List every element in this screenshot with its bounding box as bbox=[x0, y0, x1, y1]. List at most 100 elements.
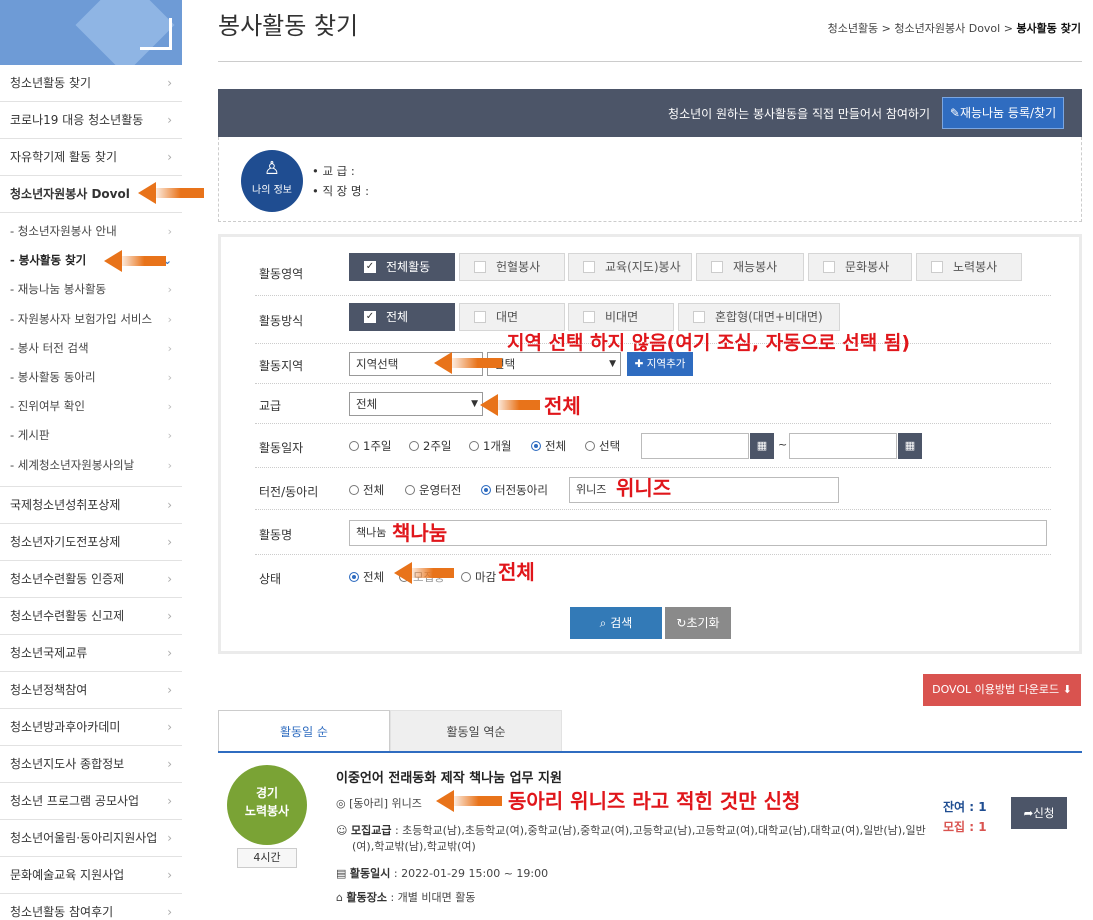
recruit-count: 모집 : 1 bbox=[943, 820, 987, 834]
date-radio[interactable]: 전체 bbox=[531, 438, 566, 454]
sidebar-item[interactable]: 청소년활동 찾기 › bbox=[0, 65, 182, 102]
tab-underline bbox=[218, 751, 1082, 753]
area-chip[interactable]: 재능봉사 bbox=[696, 253, 804, 281]
sidebar-item[interactable]: 청소년수련활동 신고제 › bbox=[0, 598, 182, 635]
sidebar-item[interactable]: 청소년어울림·동아리지원사업 › bbox=[0, 820, 182, 857]
area-chip[interactable]: 노력봉사 bbox=[916, 253, 1022, 281]
date-start-input[interactable] bbox=[641, 433, 749, 459]
check-icon: ✓ bbox=[364, 261, 376, 273]
submenu-item[interactable]: - 재능나눔 봉사활동 › bbox=[0, 275, 182, 304]
chevron-right-icon: › bbox=[167, 113, 172, 127]
user-icon: ♙ bbox=[263, 158, 281, 179]
chevron-right-icon: › bbox=[167, 283, 172, 297]
date-radio[interactable]: 1개월 bbox=[469, 438, 511, 454]
area-chip[interactable]: 헌혈봉사 bbox=[459, 253, 565, 281]
calendar-icon[interactable]: ▦ bbox=[750, 433, 774, 459]
page-title: 봉사활동 찾기 bbox=[218, 12, 359, 40]
sidebar-item[interactable]: 코로나19 대응 청소년활동 › bbox=[0, 102, 182, 139]
calendar-icon[interactable]: ▦ bbox=[898, 433, 922, 459]
sidebar-item[interactable]: 청소년방과후아카데미 › bbox=[0, 709, 182, 746]
region-add-button[interactable]: ✚ 지역추가 bbox=[627, 352, 693, 376]
apply-button[interactable]: ➦신청 bbox=[1011, 797, 1067, 829]
method-chip[interactable]: 대면 bbox=[459, 303, 565, 331]
submenu-item[interactable]: - 세계청소년자원봉사의날 › bbox=[0, 451, 182, 480]
tab-date-desc[interactable]: 활동일 역순 bbox=[390, 710, 562, 752]
chevron-right-icon: › bbox=[167, 225, 172, 238]
status-radio[interactable]: 마감 bbox=[461, 569, 496, 585]
sidebar-item[interactable]: 자유학기제 활동 찾기 › bbox=[0, 139, 182, 176]
region-sub-select[interactable]: 선택 ▼ bbox=[487, 352, 621, 376]
method-chip[interactable]: 혼합형(대면+비대면) bbox=[678, 303, 840, 331]
sidebar-banner bbox=[0, 0, 182, 65]
chevron-right-icon: › bbox=[167, 341, 172, 355]
result-title[interactable]: 이중언어 전래동화 제작 책나눔 업무 지원 bbox=[336, 767, 562, 786]
breadcrumb: 청소년활동 > 청소년자원봉사 Dovol > 봉사활동 찾기 bbox=[827, 22, 1081, 35]
row-area: 활동영역 ✓ 전체활동 헌혈봉사 교육(지도)봉사 재능봉사 문화봉사 노력봉사 bbox=[255, 253, 1051, 296]
club-radio[interactable]: 운영터전 bbox=[405, 482, 461, 498]
area-chip[interactable]: 문화봉사 bbox=[808, 253, 912, 281]
status-radio[interactable]: 전체 bbox=[349, 569, 384, 585]
annotation-club: 위니즈 bbox=[616, 476, 672, 500]
annotation-name: 책나눔 bbox=[392, 521, 448, 545]
date-end-input[interactable] bbox=[789, 433, 897, 459]
sidebar-item[interactable]: 청소년활동 참여후기 › bbox=[0, 894, 182, 920]
chevron-right-icon: › bbox=[167, 497, 172, 512]
dovol-download-button[interactable]: DOVOL 이용방법 다운로드 ⬇ bbox=[923, 674, 1081, 706]
sidebar-item[interactable]: 국제청소년성취포상제 › bbox=[0, 487, 182, 524]
date-radio[interactable]: 2주일 bbox=[409, 438, 451, 454]
grade-select[interactable]: 전체 ▼ bbox=[349, 392, 483, 416]
activity-name-input[interactable]: 책나눔 bbox=[349, 520, 1047, 546]
result-date: ▤ 활동일시 : 2022-01-29 15:00 ~ 19:00 bbox=[336, 867, 549, 880]
annotation-arrow bbox=[104, 250, 166, 272]
club-radio[interactable]: 전체 bbox=[349, 482, 384, 498]
submenu-item[interactable]: - 봉사 터전 검색 › bbox=[0, 334, 182, 363]
reset-button[interactable]: ↻초기화 bbox=[665, 607, 731, 639]
date-radio[interactable]: 1주일 bbox=[349, 438, 391, 454]
submenu-item[interactable]: - 청소년자원봉사 안내 › bbox=[0, 217, 182, 246]
hours-badge: 4시간 bbox=[237, 848, 297, 868]
submenu-item[interactable]: - 봉사활동 동아리 › bbox=[0, 363, 182, 392]
my-info-avatar[interactable]: ♙ 나의 정보 bbox=[241, 150, 303, 212]
chevron-right-icon: › bbox=[167, 76, 172, 90]
annotation-grade: 전체 bbox=[544, 394, 581, 418]
submenu-item[interactable]: - 진위여부 확인 › bbox=[0, 392, 182, 421]
sidebar-item[interactable]: 청소년수련활동 인증제 › bbox=[0, 561, 182, 598]
submenu-item[interactable]: - 자원봉사자 보험가입 서비스 › bbox=[0, 305, 182, 334]
date-radio[interactable]: 선택 bbox=[585, 438, 620, 454]
annotation-arrow bbox=[138, 182, 204, 204]
check-icon: ✓ bbox=[364, 311, 376, 323]
search-button[interactable]: ⌕ 검색 bbox=[570, 607, 662, 639]
annotation-status: 전체 bbox=[498, 560, 535, 584]
share-icon: ➦ bbox=[1023, 806, 1034, 820]
sidebar-item[interactable]: 청소년자기도전포상제 › bbox=[0, 524, 182, 561]
chevron-right-icon: › bbox=[167, 150, 172, 164]
tab-date-asc[interactable]: 활동일 순 bbox=[218, 710, 390, 752]
submenu-item[interactable]: - 게시판 › bbox=[0, 421, 182, 450]
club-radio[interactable]: 터전동아리 bbox=[481, 482, 548, 498]
chevron-right-icon: › bbox=[167, 400, 172, 414]
sidebar-item[interactable]: 청소년정책참여 › bbox=[0, 672, 182, 709]
sidebar-item[interactable]: 문화예술교육 지원사업 › bbox=[0, 857, 182, 894]
chevron-right-icon: › bbox=[167, 682, 172, 697]
people-icon: ☺ bbox=[336, 824, 348, 837]
chevron-down-icon: ▼ bbox=[471, 399, 478, 409]
chevron-right-icon: › bbox=[167, 904, 172, 919]
talent-register-button[interactable]: ✎재능나눔 등록/찾기 bbox=[942, 97, 1064, 129]
chevron-right-icon: › bbox=[167, 534, 172, 549]
search-icon: ⌕ bbox=[599, 616, 607, 630]
chevron-right-icon: › bbox=[167, 867, 172, 882]
area-chip[interactable]: 교육(지도)봉사 bbox=[568, 253, 692, 281]
area-chip[interactable]: ✓ 전체활동 bbox=[349, 253, 455, 281]
sidebar-item[interactable]: 청소년 프로그램 공모사업 › bbox=[0, 783, 182, 820]
method-chip[interactable]: 비대면 bbox=[568, 303, 674, 331]
annotation-result: 동아리 위니즈 라고 적힌 것만 신청 bbox=[508, 789, 801, 813]
sidebar-item[interactable]: 청소년지도사 종합정보 › bbox=[0, 746, 182, 783]
chevron-right-icon: › bbox=[167, 719, 172, 734]
club-name-input[interactable]: 위니즈 bbox=[569, 477, 839, 503]
pencil-icon: ✎ bbox=[949, 106, 960, 120]
method-chip[interactable]: ✓ 전체 bbox=[349, 303, 455, 331]
chevron-right-icon: › bbox=[167, 793, 172, 808]
sidebar-item[interactable]: 청소년국제교류 › bbox=[0, 635, 182, 672]
row-grade: 교급 전체 ▼ bbox=[255, 384, 1051, 424]
download-icon: ⬇ bbox=[1062, 683, 1072, 696]
